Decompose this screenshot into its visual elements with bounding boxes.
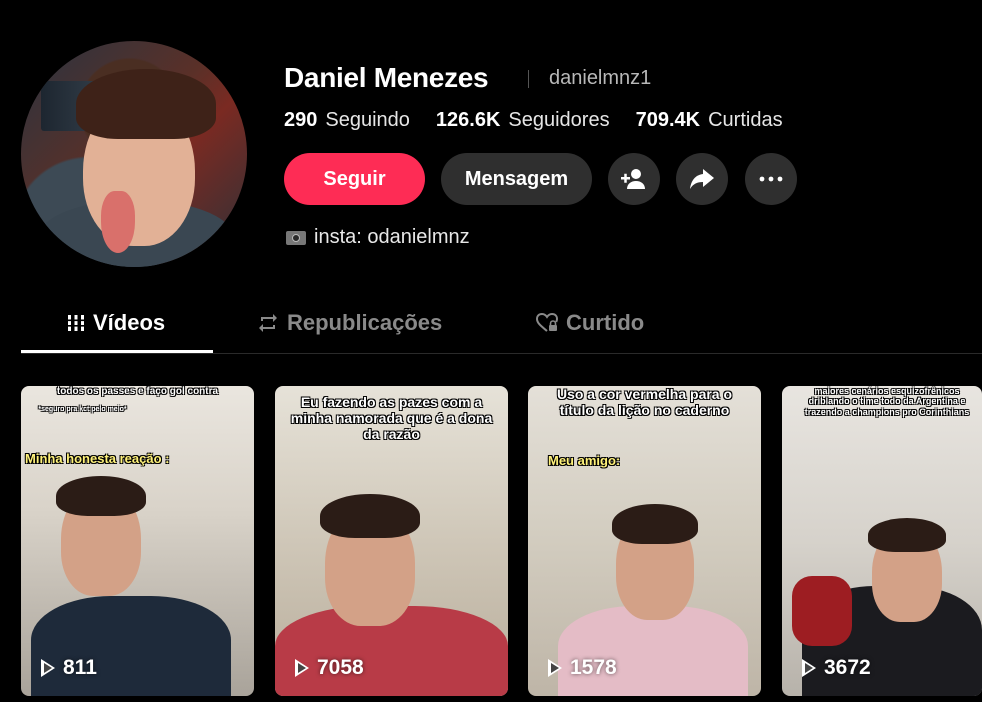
profile-avatar[interactable] [21, 41, 247, 267]
video-caption-secondary: Meu amigo: [548, 453, 621, 468]
tab-videos-label: Vídeos [93, 310, 166, 335]
camera-icon [286, 230, 306, 245]
video-views-count: 1578 [570, 656, 617, 679]
video-views-count: 7058 [317, 656, 364, 679]
active-tab-indicator [21, 350, 213, 353]
ellipsis-icon [759, 176, 783, 182]
name-handle-divider [528, 70, 529, 88]
stat-likes: 709.4K Curtidas [636, 109, 783, 132]
video-card[interactable]: Uso a cor vermelha para o título da liçã… [528, 386, 761, 696]
stat-followers-value: 126.6K [435, 109, 501, 131]
profile-stats: 290 Seguindo 126.6K Seguidores 709.4K Curti… [284, 109, 783, 132]
stat-following[interactable]: 290 Seguindo [284, 109, 410, 132]
video-thumbnail-chair [792, 576, 852, 646]
video-caption: Uso a cor vermelha para o título da liçã… [556, 386, 733, 419]
profile-name: Daniel Menezes [284, 62, 489, 93]
avatar-tongue [101, 191, 135, 253]
share-button[interactable] [676, 153, 728, 205]
video-card[interactable]: maiores cenários esquizofrênicos driblan… [782, 386, 982, 696]
video-views-count: 3672 [824, 656, 871, 679]
profile-handle: danielmnz1 [549, 67, 652, 89]
tab-reposts[interactable]: Republicações [257, 310, 442, 336]
profile-bio: insta: odanielmnz [286, 226, 470, 249]
video-thumbnail-figure [31, 596, 231, 696]
video-card[interactable]: Eu fazendo as pazes com a minha namorada… [275, 386, 508, 696]
stat-followers-label: Seguidores [508, 109, 610, 131]
tab-reposts-label: Republicações [287, 310, 443, 335]
add-friend-button[interactable] [608, 153, 660, 205]
video-views: 3672 [802, 656, 871, 680]
video-card[interactable]: todos os passes e faço gol contra *segur… [21, 386, 254, 696]
play-icon [802, 659, 816, 677]
video-thumbnail-hair [320, 494, 420, 538]
play-icon [41, 659, 55, 677]
video-caption: Eu fazendo as pazes com a minha namorada… [290, 394, 493, 443]
tab-liked[interactable]: Curtido [536, 310, 644, 336]
stat-following-value: 290 [284, 109, 318, 131]
message-button[interactable]: Mensagem [441, 153, 592, 205]
video-views-count: 811 [63, 656, 97, 679]
follow-button[interactable]: Seguir [284, 153, 425, 205]
share-arrow-icon [690, 169, 714, 189]
more-options-button[interactable] [745, 153, 797, 205]
video-thumbnail-hair [56, 476, 146, 516]
bio-text: insta: odanielmnz [314, 226, 470, 248]
stat-followers[interactable]: 126.6K Seguidores [436, 109, 610, 132]
video-views: 7058 [295, 656, 364, 680]
stat-likes-label: Curtidas [708, 109, 783, 131]
stat-likes-value: 709.4K [635, 109, 701, 131]
heart-lock-icon [536, 313, 558, 332]
stat-following-label: Seguindo [325, 109, 410, 131]
video-thumbnail-hair [868, 518, 946, 552]
video-caption: todos os passes e faço gol contra [56, 386, 219, 397]
add-user-icon [621, 169, 645, 189]
video-views: 1578 [548, 656, 617, 680]
grid-icon [67, 315, 85, 331]
video-caption: maiores cenários esquizofrênicos driblan… [804, 386, 970, 417]
profile-tabs: Vídeos Republicações Curtido [21, 300, 982, 354]
video-caption-secondary: Minha honesta reação : [25, 451, 170, 466]
tab-liked-label: Curtido [566, 310, 645, 335]
repost-icon [259, 314, 277, 332]
avatar-hair [76, 69, 216, 139]
video-thumbnail-hair [612, 504, 698, 544]
video-caption-small: *seguro pra kct pelo meio* [38, 406, 127, 413]
tab-videos[interactable]: Vídeos [67, 310, 165, 336]
play-icon [295, 659, 309, 677]
video-views: 811 [41, 656, 97, 680]
play-icon [548, 659, 562, 677]
